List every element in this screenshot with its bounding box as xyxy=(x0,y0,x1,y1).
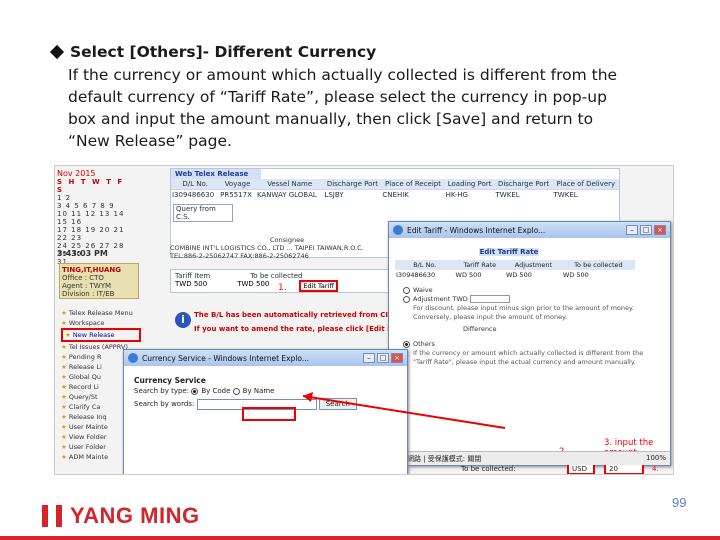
footer-rule xyxy=(0,536,720,540)
instruction-line: default currency of “Tariff Rate”, pleas… xyxy=(68,88,607,106)
brand-name: YANG MING xyxy=(70,503,200,528)
instruction-line: If the currency or amount which actually… xyxy=(68,66,618,84)
slide-body: Select [Others]- Different Currency If t… xyxy=(49,43,690,152)
instruction-line: box and input the amount manually, then … xyxy=(68,110,594,128)
callout-arrow xyxy=(242,392,506,429)
page-number: 99 xyxy=(672,495,687,510)
bullet-title: Select [Others]- Different Currency xyxy=(70,43,377,61)
diamond-bullet-icon xyxy=(49,44,65,60)
instruction-line: “New Release” page. xyxy=(68,132,232,150)
screenshot-composite: Nov 2015 S H T W T F S 1 23 4 5 6 7 8 91… xyxy=(54,165,674,475)
logo-mark-icon xyxy=(42,505,62,527)
instruction-paragraph: If the currency or amount which actually… xyxy=(68,64,690,152)
search-button-highlight xyxy=(242,407,296,421)
bullet-heading: Select [Others]- Different Currency xyxy=(49,43,690,61)
company-logo: YANG MING xyxy=(42,503,200,529)
